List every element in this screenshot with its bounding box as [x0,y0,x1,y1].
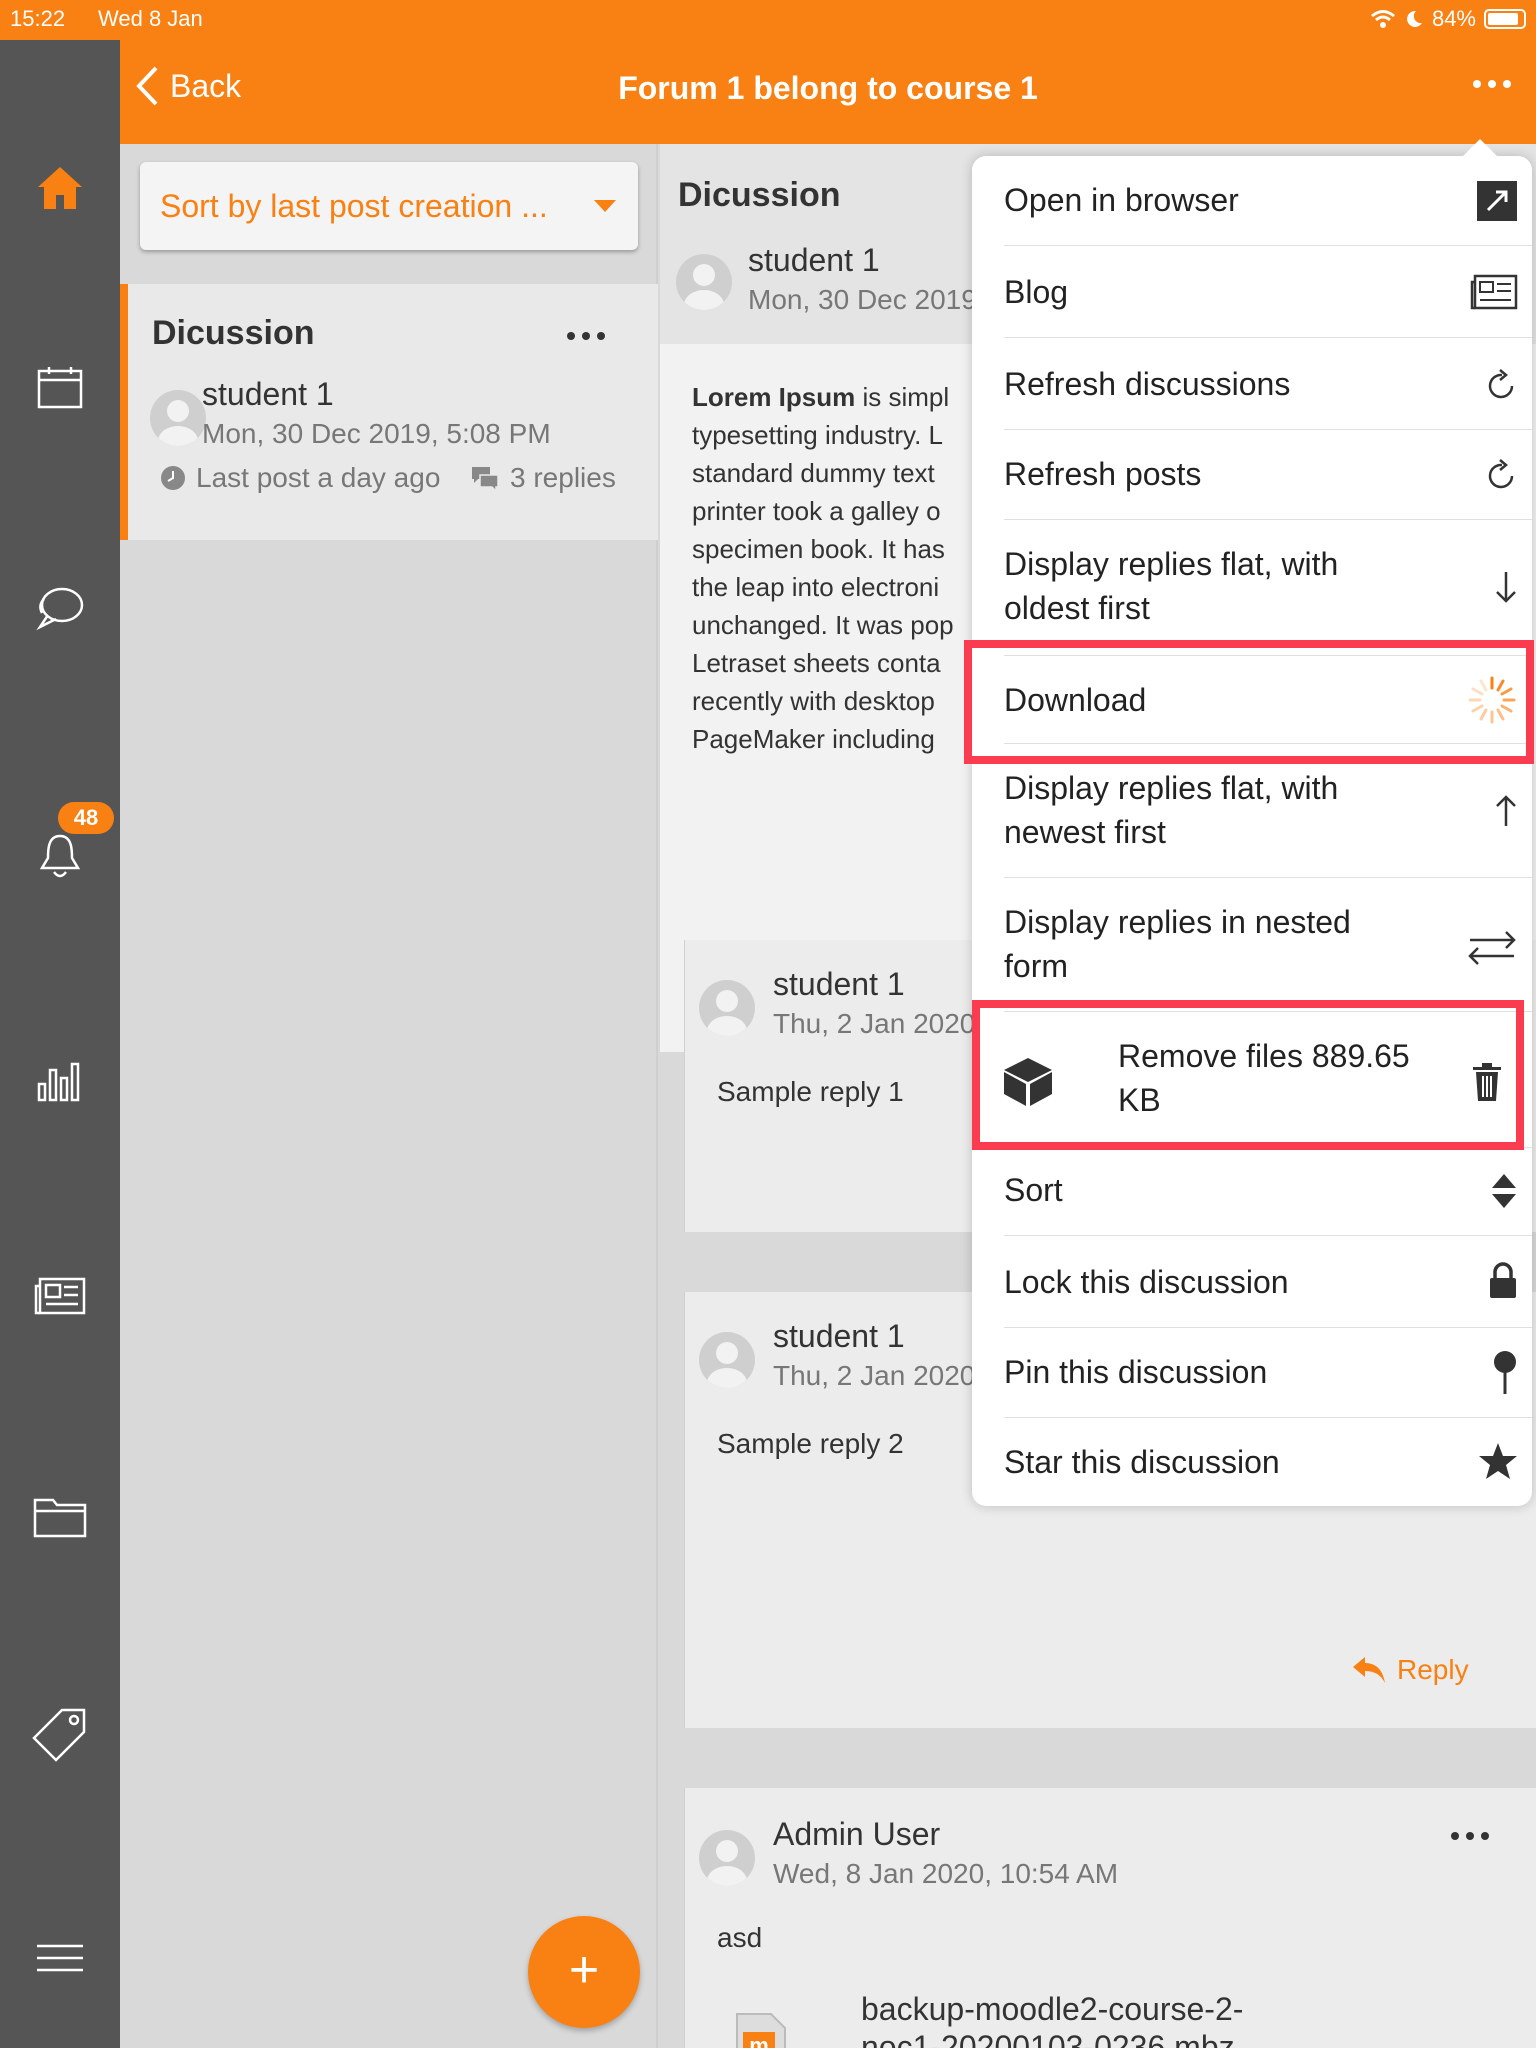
notification-badge: 48 [58,802,114,834]
options-popover-menu: Open in browser Blog Refresh discussions… [972,139,1532,1506]
ellipsis-icon [1473,80,1511,88]
menu-item-display-nested[interactable]: Display replies in nested form [1004,878,1532,1012]
last-post-info: Last post a day ago [160,462,440,494]
clock-icon [161,466,185,490]
highlight-remove-files [972,1000,1524,1150]
app-header: Back Forum 1 belong to course 1 [120,40,1536,144]
arrows-horizontal-icon [1468,931,1516,965]
menu-item-refresh-discussions[interactable]: Refresh discussions [1004,338,1532,430]
discussion-author: student 1 [202,376,334,412]
wifi-icon [1371,10,1395,28]
avatar [699,1830,755,1886]
notifications-icon[interactable] [30,826,90,886]
battery-icon [1484,9,1526,29]
reply-label: Reply [1397,1654,1469,1685]
external-link-icon [1477,181,1517,221]
reply-author: student 1 [773,1318,905,1354]
post-author: student 1 [748,242,880,278]
moon-icon [1407,10,1422,27]
sort-select[interactable]: Sort by last post creation ... [140,162,638,250]
menu-item-open-in-browser[interactable]: Open in browser [1004,156,1532,246]
status-indicators: 84% [1370,6,1526,32]
page-title: Forum 1 belong to course 1 [618,70,1038,106]
reply-date: Wed, 8 Jan 2020, 10:54 AM [773,1858,1119,1889]
arrow-up-icon [1496,795,1516,826]
calendar-icon[interactable] [30,358,90,418]
more-options-button[interactable] [1472,76,1512,94]
reply-author: Admin User [773,1816,941,1852]
tags-icon[interactable] [30,1704,90,1764]
avatar [676,254,732,310]
status-date: Wed 8 Jan [98,6,203,31]
lock-icon [1490,1262,1516,1298]
arrow-down-icon [1496,572,1516,603]
avatar [150,390,206,446]
chat-bubbles-icon [472,467,499,491]
menu-item-pin[interactable]: Pin this discussion [1004,1328,1532,1418]
status-bar: 15:22 Wed 8 Jan 84% [0,0,1536,40]
discussion-list-item[interactable]: Dicussion student 1 Mon, 30 Dec 2019, 5:… [120,284,658,540]
post-date: Mon, 30 Dec 2019 [748,284,977,315]
reply-button[interactable]: Reply [1351,1654,1469,1686]
post-bold-text: Lorem Ipsum [692,382,856,412]
discussion-options-button[interactable] [566,328,606,346]
files-icon[interactable] [30,1486,90,1546]
add-discussion-button[interactable]: + [528,1916,640,2028]
reply-card: Admin User Wed, 8 Jan 2020, 10:54 AM asd… [684,1788,1536,2048]
reply-text: Sample reply 2 [717,1428,904,1459]
pin-icon [1494,1351,1516,1394]
file-name[interactable]: backup-moodle2-course-2- noc1-20200103-0… [861,1990,1243,2048]
replies-count: 3 replies [510,462,616,493]
ellipsis-icon [1451,1832,1489,1840]
reply-arrow-icon [1353,1657,1385,1683]
menu-icon[interactable] [30,1928,90,1988]
sort-icon [1492,1174,1516,1208]
caret-down-icon [594,200,616,212]
reply-date: Thu, 2 Jan 2020 [773,1008,976,1039]
home-icon[interactable] [30,158,90,218]
sidebar: 48 [0,40,120,2048]
last-post-text: Last post a day ago [196,462,441,493]
highlight-download [964,640,1534,764]
discussion-list-pane: Sort by last post creation ... Dicussion… [120,144,658,2048]
menu-item-refresh-posts[interactable]: Refresh posts [1004,430,1532,520]
reply-text: asd [717,1922,763,1953]
avatar [699,980,755,1036]
file-type-icon: m [731,2010,791,2048]
messages-icon[interactable] [30,578,90,638]
battery-percent: 84% [1431,6,1476,31]
newspaper-icon [1470,274,1518,310]
refresh-icon [1488,459,1514,489]
star-icon [1479,1443,1517,1479]
replies-info: 3 replies [470,462,616,494]
ellipsis-icon [567,332,605,340]
sort-select-value: Sort by last post creation ... [160,188,548,224]
grades-icon[interactable] [30,1048,90,1108]
menu-item-display-newest-first[interactable]: Display replies flat, with newest first [1004,744,1532,878]
reply-author: student 1 [773,966,905,1002]
svg-text:m: m [749,2033,769,2048]
discussion-title: Dicussion [152,314,315,352]
menu-item-sort[interactable]: Sort [1004,1148,1532,1236]
status-time: 15:22 [10,6,66,31]
discussion-heading: Dicussion [678,176,841,214]
refresh-icon [1488,369,1514,399]
avatar [699,1332,755,1388]
post-options-button[interactable] [1450,1828,1490,1846]
menu-item-lock[interactable]: Lock this discussion [1004,1236,1532,1328]
menu-item-blog[interactable]: Blog [1004,246,1532,338]
discussion-date: Mon, 30 Dec 2019, 5:08 PM [202,418,551,449]
menu-item-display-oldest-first[interactable]: Display replies flat, with oldest first [1004,520,1532,656]
reply-date: Thu, 2 Jan 2020 [773,1360,976,1391]
news-icon[interactable] [30,1266,90,1326]
reply-text: Sample reply 1 [717,1076,904,1107]
menu-item-star[interactable]: Star this discussion [1004,1418,1532,1506]
